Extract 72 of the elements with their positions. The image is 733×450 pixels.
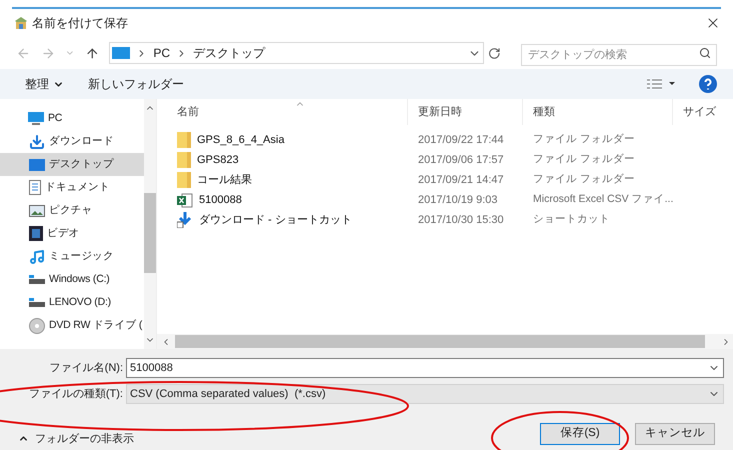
- filetype-label: ファイルの種類(T):: [28, 386, 124, 402]
- window-title: 名前を付けて保存: [32, 15, 128, 32]
- folder-icon: [177, 132, 191, 148]
- image-icon: [29, 204, 45, 216]
- filename-label: ファイル名(N):: [48, 360, 124, 376]
- download-shortcut-icon: [177, 212, 193, 228]
- film-icon: [29, 226, 43, 241]
- hide-folders-toggle[interactable]: フォルダーの非表示: [18, 430, 134, 447]
- desktop-icon: [29, 158, 45, 170]
- modified-date: 2017/09/22 17:44: [417, 132, 505, 148]
- folder-icon: [177, 172, 191, 188]
- modified-date: 2017/09/21 14:47: [417, 172, 505, 188]
- cancel-button[interactable]: キャンセル: [635, 423, 715, 445]
- sidebar-item[interactable]: DVD RW ドライブ (: [0, 314, 144, 337]
- disc-icon: [29, 318, 45, 334]
- breadcrumb[interactable]: PC: [153, 44, 170, 62]
- file-row[interactable]: コール結果 2017/09/21 14:47 ファイル フォルダー: [157, 170, 733, 190]
- column-header[interactable]: 種類: [533, 104, 555, 120]
- view-options-icon[interactable]: [647, 79, 675, 89]
- file-type: Microsoft Excel CSV ファイ...: [532, 192, 674, 208]
- file-name: GPS823: [197, 152, 239, 168]
- column-header[interactable]: 更新日時: [418, 104, 462, 120]
- sidebar-item[interactable]: デスクトップ: [0, 153, 144, 176]
- file-name: コール結果: [197, 172, 252, 188]
- modified-date: 2017/10/30 15:30: [417, 212, 505, 228]
- vertical-scrollbar[interactable]: [144, 99, 156, 349]
- help-icon[interactable]: [699, 75, 717, 93]
- download-icon: [29, 134, 45, 150]
- file-name: GPS_8_6_4_Asia: [197, 132, 284, 148]
- file-type: ファイル フォルダー: [532, 172, 635, 188]
- refresh-icon[interactable]: [488, 46, 501, 60]
- save-button[interactable]: 保存(S): [540, 423, 620, 445]
- breadcrumb[interactable]: デスクトップ: [193, 44, 266, 62]
- file-row[interactable]: GPS823 2017/09/06 17:57 ファイル フォルダー: [157, 150, 733, 170]
- organize-menu[interactable]: 整理: [25, 75, 64, 93]
- address-bar[interactable]: PC デスクトップ: [109, 42, 484, 64]
- file-row[interactable]: GPS_8_6_4_Asia 2017/09/22 17:44 ファイル フォルダー: [157, 130, 733, 150]
- file-row[interactable]: ダウンロード - ショートカット 2017/10/30 15:30 ショートカット: [157, 210, 733, 230]
- search-field[interactable]: デスクトップの検索: [520, 44, 717, 66]
- filetype-dropdown[interactable]: CSV (Comma separated values) (*.csv): [126, 384, 724, 404]
- spreadsheet-icon: [177, 192, 193, 208]
- sidebar-item[interactable]: ビデオ: [0, 222, 144, 245]
- new-folder-button[interactable]: 新しいフォルダー: [88, 75, 184, 93]
- file-name: 5100088: [199, 192, 242, 208]
- file-type: ファイル フォルダー: [532, 152, 635, 168]
- monitor-icon: [112, 47, 130, 59]
- sidebar-item[interactable]: LENOVO (D:): [0, 291, 144, 314]
- filename-field[interactable]: 5100088: [126, 358, 724, 378]
- file-row[interactable]: 5100088 2017/10/19 9:03 Microsoft Excel CSV ファイ...: [157, 190, 733, 210]
- up-icon[interactable]: [84, 46, 100, 60]
- app-icon: [13, 15, 29, 31]
- file-name: ダウンロード - ショートカット: [199, 212, 352, 228]
- drive-icon: [29, 274, 45, 284]
- column-header[interactable]: 名前: [177, 104, 199, 120]
- sidebar-item[interactable]: ミュージック: [0, 245, 144, 268]
- file-type: ファイル フォルダー: [532, 132, 635, 148]
- modified-date: 2017/10/19 9:03: [417, 192, 499, 208]
- folder-icon: [177, 152, 191, 168]
- horizontal-scrollbar[interactable]: [157, 334, 733, 349]
- column-header[interactable]: サイズ: [683, 104, 716, 120]
- monitor-icon: [28, 112, 44, 126]
- file-type: ショートカット: [532, 212, 610, 228]
- sidebar-item[interactable]: ドキュメント: [0, 176, 144, 199]
- sidebar-item[interactable]: Windows (C:): [0, 268, 144, 291]
- music-note-icon: [29, 248, 45, 264]
- modified-date: 2017/09/06 17:57: [417, 152, 505, 168]
- search-icon[interactable]: [698, 47, 711, 59]
- sidebar-item[interactable]: PC: [0, 107, 144, 130]
- drive-icon: [29, 298, 45, 308]
- sidebar-item[interactable]: ダウンロード: [0, 130, 144, 153]
- sidebar-item[interactable]: ピクチャ: [0, 199, 144, 222]
- document-icon: [29, 180, 41, 195]
